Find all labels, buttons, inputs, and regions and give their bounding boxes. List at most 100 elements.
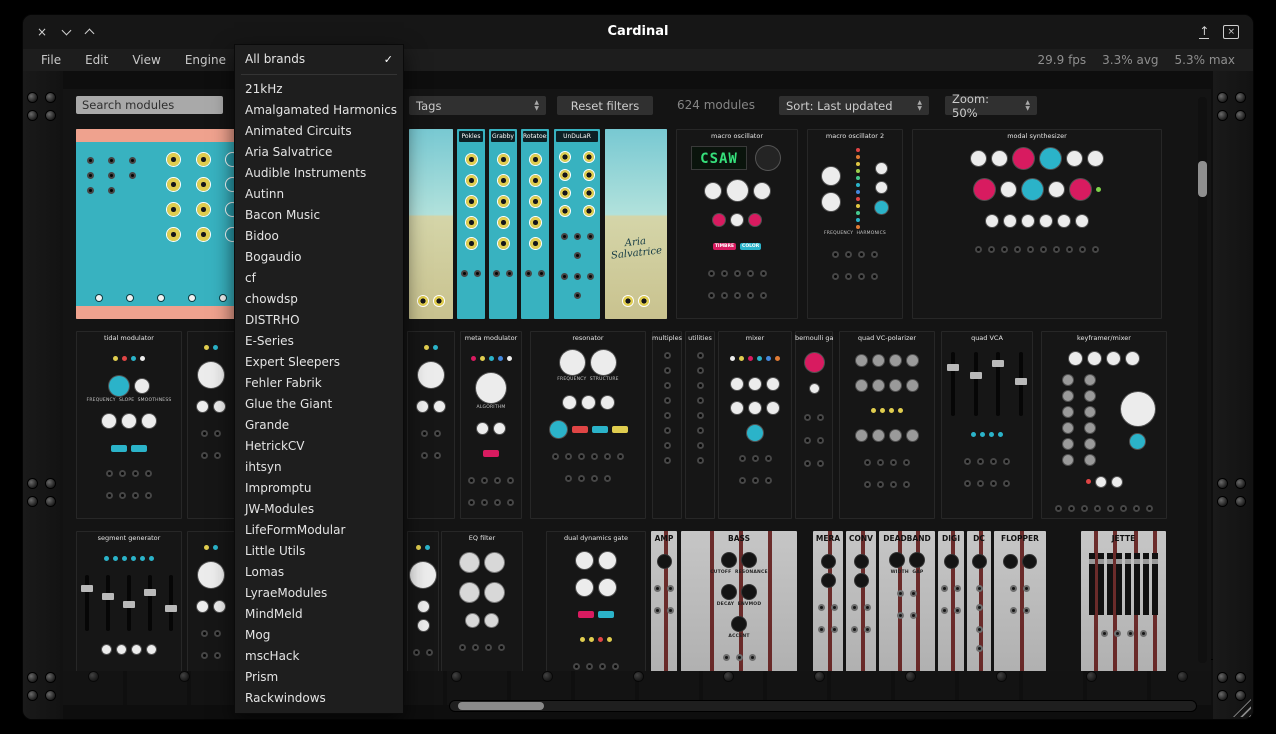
brand-menu-item[interactable]: Audible Instruments — [235, 163, 403, 184]
module-card[interactable] — [187, 331, 235, 519]
brand-menu-item[interactable]: Glue the Giant — [235, 394, 403, 415]
module-title: dual dynamics gate — [546, 531, 646, 542]
module-card[interactable]: resonatorFREQUENCY STRUCTURE — [530, 331, 646, 519]
brand-menu-item-label: JW-Modules — [245, 499, 314, 520]
brand-menu-item[interactable]: Bacon Music — [235, 205, 403, 226]
module-card[interactable]: DEADBANDWIDTH GAP — [879, 531, 935, 671]
brand-menu-item[interactable]: 21kHz — [235, 79, 403, 100]
module-card[interactable]: MERA — [813, 531, 843, 671]
module-card[interactable] — [187, 531, 235, 671]
module-card[interactable]: DC — [967, 531, 991, 671]
module-card[interactable]: quad VC-polarizer — [839, 331, 935, 519]
module-card[interactable]: dual dynamics gate — [546, 531, 646, 671]
brand-menu-item[interactable]: cf — [235, 268, 403, 289]
module-title: Rotatoes — [523, 131, 547, 142]
brand-menu-item[interactable]: Little Utils — [235, 541, 403, 562]
brand-menu-item[interactable]: Mog — [235, 625, 403, 646]
module-card[interactable]: segment generator — [76, 531, 182, 671]
menu-engine[interactable]: Engine — [173, 53, 238, 67]
close-plugin-icon[interactable]: × — [1223, 25, 1239, 39]
module-card[interactable]: Aria Salvatrice — [605, 129, 667, 319]
module-card[interactable]: macro oscillatorCSAWTIMBRECOLOR — [676, 129, 798, 319]
module-card[interactable]: AMP — [651, 531, 677, 671]
zoom-dropdown[interactable]: Zoom: 50% ▲▼ — [945, 96, 1037, 115]
module-card[interactable]: multiples — [652, 331, 682, 519]
vertical-scrollbar[interactable] — [1198, 97, 1207, 663]
module-card[interactable] — [407, 331, 455, 519]
module-count: 624 modules — [677, 98, 755, 112]
zoom-dropdown-label: Zoom: 50% — [952, 92, 1017, 120]
brand-menu-item[interactable]: MindMeld — [235, 604, 403, 625]
reset-filters-button[interactable]: Reset filters — [557, 96, 653, 115]
vertical-scrollbar-thumb[interactable] — [1198, 161, 1207, 197]
module-card[interactable]: mixer — [718, 331, 792, 519]
module-card[interactable]: Grabby — [489, 129, 517, 319]
window-title: Cardinal — [23, 15, 1253, 49]
brand-menu-item[interactable]: DISTRHO — [235, 310, 403, 331]
module-card[interactable]: macro oscillator 2FREQUENCY HARMONICS — [807, 129, 903, 319]
brand-menu-item-label: Prism — [245, 667, 278, 688]
menu-view[interactable]: View — [120, 53, 172, 67]
tags-dropdown[interactable]: Tags ▲▼ — [409, 96, 546, 115]
module-card[interactable]: DIGI — [938, 531, 964, 671]
horizontal-scrollbar-thumb[interactable] — [458, 702, 544, 710]
module-title: macro oscillator — [676, 129, 798, 140]
brand-menu-item[interactable]: All brands✓ — [235, 49, 403, 70]
brand-menu-item[interactable]: Rackwindows — [235, 688, 403, 709]
brand-menu-item[interactable]: Bogaudio — [235, 247, 403, 268]
module-card[interactable]: JETTE — [1081, 531, 1166, 671]
module-title: AMP — [651, 531, 677, 543]
module-card[interactable]: Rotatoes — [521, 129, 549, 319]
brand-menu-item[interactable]: Autinn — [235, 184, 403, 205]
search-input[interactable] — [76, 96, 223, 114]
module-card[interactable] — [407, 531, 439, 671]
module-card[interactable]: bernoulli gate — [795, 331, 833, 519]
brand-menu-item[interactable]: Prism — [235, 667, 403, 688]
brand-menu-item[interactable]: Lomas — [235, 562, 403, 583]
module-title: bernoulli gate — [795, 331, 833, 342]
module-title: mixer — [718, 331, 792, 342]
sort-dropdown[interactable]: Sort: Last updated ▲▼ — [779, 96, 929, 115]
brand-menu-item-label: Little Utils — [245, 541, 305, 562]
module-card[interactable]: modal synthesizer — [912, 129, 1162, 319]
module-card[interactable]: quad VCA — [941, 331, 1033, 519]
brand-menu-item[interactable]: HetrickCV — [235, 436, 403, 457]
horizontal-scrollbar[interactable] — [449, 700, 1197, 712]
brand-menu-item[interactable]: ihtsyn — [235, 457, 403, 478]
max-cpu-stat: 5.3% max — [1175, 53, 1235, 67]
screen: × Cardinal ↑ × File Edit View Engine Hel… — [0, 0, 1276, 734]
menu-file[interactable]: File — [29, 53, 73, 67]
brand-menu-item[interactable]: LifeFormModular — [235, 520, 403, 541]
module-card[interactable]: FLOPPER — [994, 531, 1046, 671]
module-card[interactable]: keyframer/mixer — [1041, 331, 1167, 519]
module-card[interactable]: BASSCUTOFF RESONANCEDECAY ENVMODACCENT — [681, 531, 797, 671]
popout-icon[interactable]: ↑ — [1199, 25, 1209, 39]
module-card[interactable]: utilities — [685, 331, 715, 519]
module-card[interactable] — [409, 129, 453, 319]
brand-menu-item[interactable]: chowdsp — [235, 289, 403, 310]
module-card[interactable]: Pokles — [457, 129, 485, 319]
module-card[interactable]: UnDuLaR — [554, 129, 600, 319]
brand-menu-item[interactable]: JW-Modules — [235, 499, 403, 520]
module-card[interactable]: CONV — [846, 531, 876, 671]
brand-menu-item-label: Impromptu — [245, 478, 311, 499]
brand-menu-item[interactable]: Aria Salvatrice — [235, 142, 403, 163]
brand-menu-item[interactable]: Expert Sleepers — [235, 352, 403, 373]
brand-menu-item[interactable]: LyraeModules — [235, 583, 403, 604]
brand-menu-item[interactable]: mscHack — [235, 646, 403, 667]
menu-edit[interactable]: Edit — [73, 53, 120, 67]
module-title: macro oscillator 2 — [807, 129, 903, 140]
brand-menu-item[interactable]: Bidoo — [235, 226, 403, 247]
brand-menu-item[interactable]: Amalgamated Harmonics — [235, 100, 403, 121]
module-card[interactable]: meta modulatorALGORITHM — [460, 331, 522, 519]
brand-menu-item-label: All brands — [245, 49, 305, 70]
module-card[interactable]: tidal modulatorFREQUENCY SLOPE SMOOTHNES… — [76, 331, 182, 519]
brand-menu-item[interactable]: E-Series — [235, 331, 403, 352]
brand-menu-item[interactable]: Animated Circuits — [235, 121, 403, 142]
brand-menu-item[interactable]: Impromptu — [235, 478, 403, 499]
module-card[interactable]: EQ filter — [441, 531, 523, 671]
tags-dropdown-label: Tags — [416, 99, 441, 113]
brand-menu-item[interactable]: Fehler Fabrik — [235, 373, 403, 394]
brand-menu-item[interactable]: Grande — [235, 415, 403, 436]
brand-menu-item-label: Bidoo — [245, 226, 279, 247]
